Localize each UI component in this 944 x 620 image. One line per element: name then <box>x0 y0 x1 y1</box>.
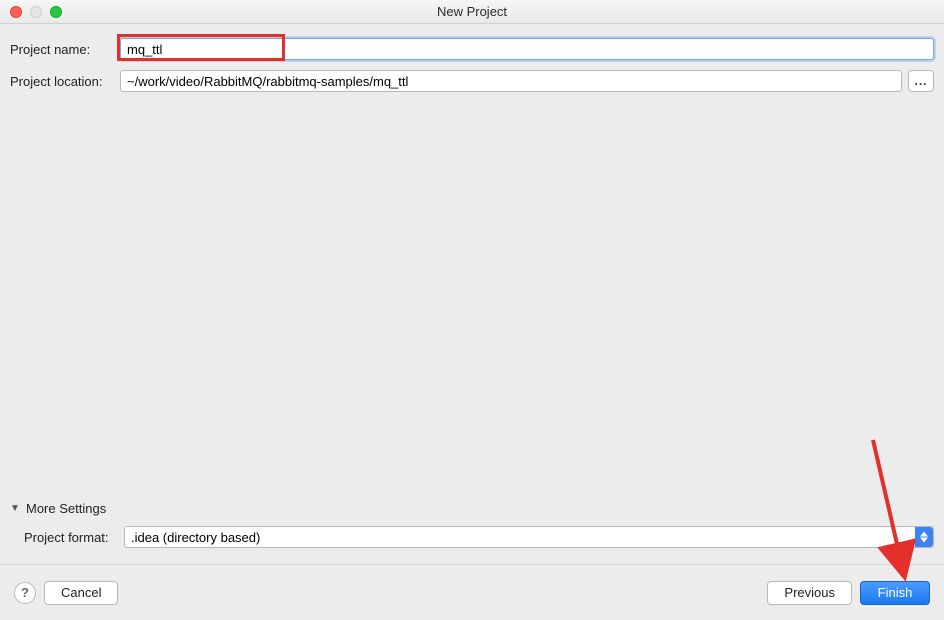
help-button[interactable]: ? <box>14 582 36 604</box>
more-settings-toggle[interactable]: ▼ More Settings <box>10 501 934 516</box>
window-controls <box>0 6 62 18</box>
titlebar: New Project <box>0 0 944 24</box>
maximize-window-button[interactable] <box>50 6 62 18</box>
close-window-button[interactable] <box>10 6 22 18</box>
disclosure-down-icon: ▼ <box>10 503 22 514</box>
window-title: New Project <box>0 4 944 19</box>
previous-button[interactable]: Previous <box>767 581 852 605</box>
finish-button[interactable]: Finish <box>860 581 930 605</box>
project-name-input[interactable] <box>120 38 934 60</box>
browse-location-button[interactable]: ... <box>908 70 934 92</box>
project-location-label: Project location: <box>10 74 120 89</box>
project-format-row: Project format: <box>10 526 934 548</box>
cancel-button[interactable]: Cancel <box>44 581 118 605</box>
more-settings-label: More Settings <box>26 501 106 516</box>
project-format-select[interactable] <box>124 526 934 548</box>
project-name-row: Project name: <box>10 38 934 60</box>
project-location-row: Project location: ... <box>10 70 934 92</box>
dialog-footer: ? Cancel Previous Finish <box>0 564 944 620</box>
project-format-label: Project format: <box>24 530 124 545</box>
project-location-input[interactable] <box>120 70 902 92</box>
minimize-window-button[interactable] <box>30 6 42 18</box>
project-name-label: Project name: <box>10 42 120 57</box>
more-settings-section: ▼ More Settings Project format: <box>10 501 934 548</box>
dialog-content: Project name: Project location: ... <box>0 24 944 92</box>
